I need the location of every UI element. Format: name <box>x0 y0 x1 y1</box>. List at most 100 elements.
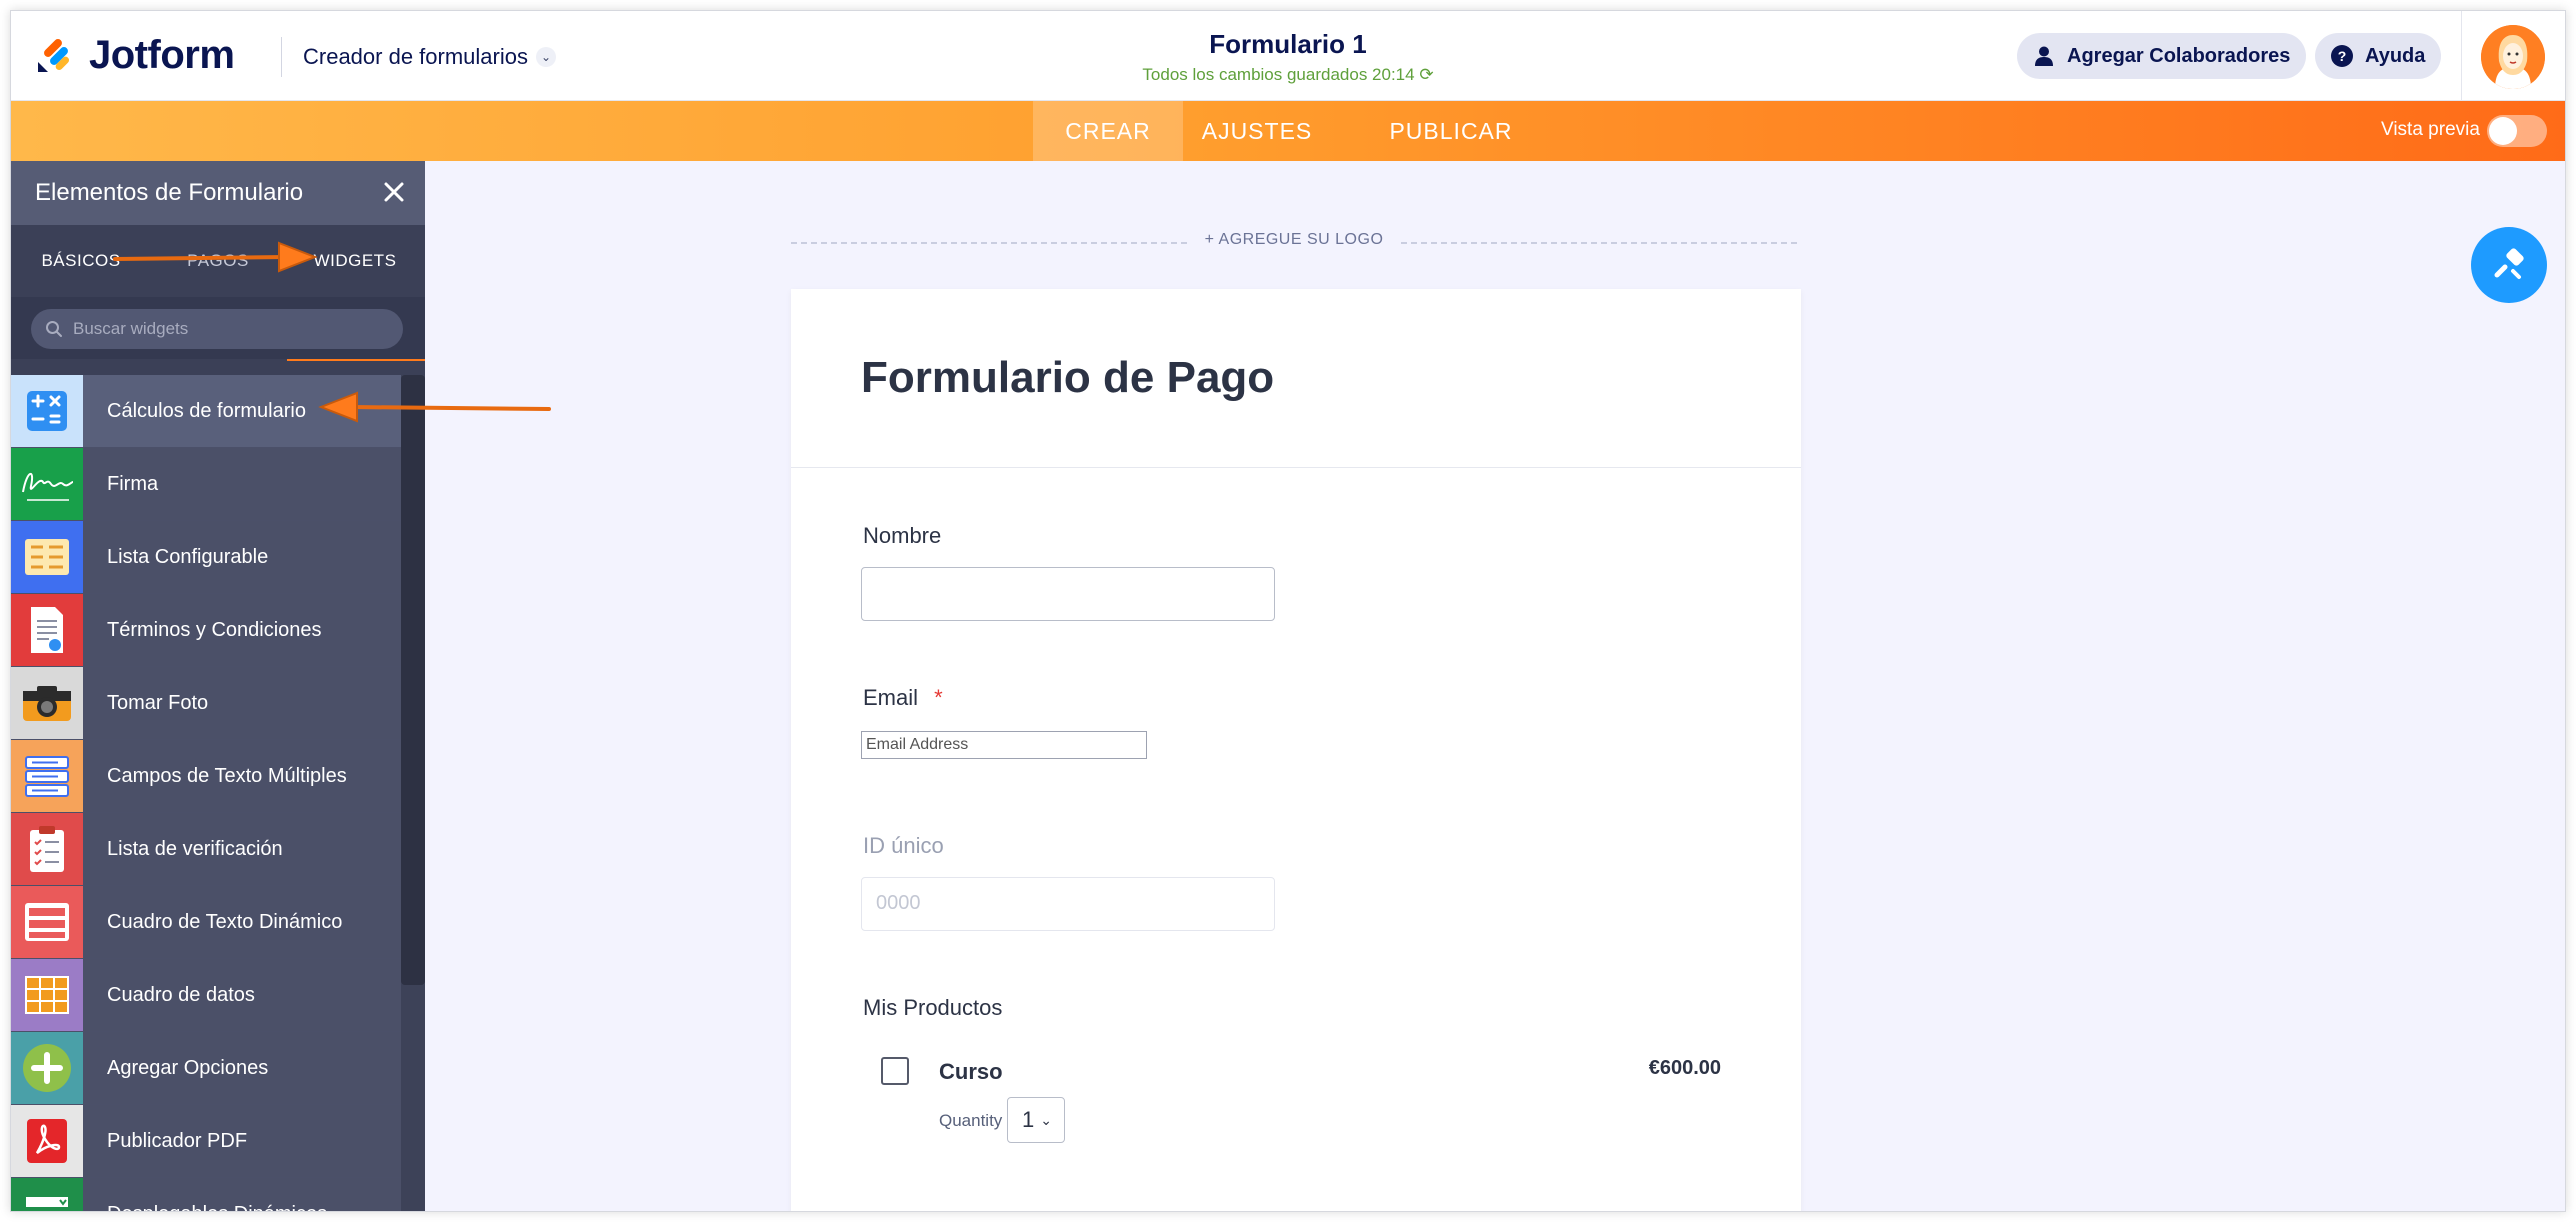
widget-label: Tomar Foto <box>107 691 209 714</box>
widget-label: Lista de verificación <box>107 837 283 860</box>
widget-label: Cálculos de formulario <box>107 399 306 422</box>
tab-pagos[interactable]: PAGOS <box>151 225 285 297</box>
widget-item-lista-verificacion[interactable]: Lista de verificación <box>11 813 403 886</box>
tab-widgets[interactable]: WIDGETS <box>285 225 425 297</box>
calculator-icon <box>11 375 83 447</box>
form-elements-panel: Elementos de Formulario BÁSICOS PAGOS WI… <box>11 161 425 1212</box>
product-name: Curso <box>939 1059 1003 1084</box>
main-nav-bar: CREAR AJUSTES PUBLICAR Vista previa <box>11 101 2565 161</box>
quantity-select[interactable]: 1 ⌄ <box>1007 1097 1065 1143</box>
chevron-down-icon: ⌄ <box>1040 1111 1052 1128</box>
widget-item-terminos[interactable]: Términos y Condiciones <box>11 594 403 667</box>
widget-search-input[interactable] <box>73 319 373 339</box>
widget-label: Desplegables Dinámicos <box>107 1203 327 1212</box>
widget-list-scrollbar[interactable] <box>401 375 425 1211</box>
add-collaborators-label: Agregar Colaboradores <box>2067 44 2291 67</box>
pdf-icon <box>11 1105 83 1177</box>
product-price: €600.00 <box>1648 1057 1721 1079</box>
multiple-text-fields-icon <box>11 740 83 812</box>
widget-label: Publicador PDF <box>107 1129 248 1152</box>
jotform-logo-icon <box>38 39 70 72</box>
tab-publicar[interactable]: PUBLICAR <box>1381 101 1521 161</box>
help-button[interactable]: ? Ayuda <box>2315 33 2442 79</box>
preview-toggle[interactable] <box>2487 115 2547 147</box>
app-window: Jotform Creador de formularios ⌄ Formula… <box>10 10 2566 1212</box>
chevron-down-icon: ⌄ <box>535 47 556 67</box>
widget-item-cuadro-datos[interactable]: Cuadro de datos <box>11 959 403 1032</box>
required-mark: * <box>934 685 943 710</box>
product-divider <box>861 1211 1721 1212</box>
form-heading[interactable]: Formulario de Pago <box>861 353 1274 403</box>
paint-roller-icon <box>2494 248 2524 279</box>
widget-item-lista-configurable[interactable]: Lista Configurable <box>11 521 403 594</box>
email-label: Email * <box>863 685 943 711</box>
data-grid-icon <box>11 959 83 1031</box>
add-options-icon <box>11 1032 83 1104</box>
add-logo-link[interactable]: + AGREGUE SU LOGO <box>1186 231 1402 248</box>
form-designer-button[interactable] <box>2471 227 2547 303</box>
checklist-icon <box>11 813 83 885</box>
widget-item-publicador-pdf[interactable]: Publicador PDF <box>11 1105 403 1178</box>
form-card: Formulario de Pago Nombre Email * ID úni… <box>791 289 1801 1212</box>
save-status-text: Todos los cambios guardados 20:14 <box>1142 65 1415 84</box>
widget-item-agregar-opciones[interactable]: Agregar Opciones <box>11 1032 403 1105</box>
search-icon <box>46 321 62 337</box>
email-field[interactable] <box>861 731 1147 759</box>
heading-divider <box>791 467 1801 468</box>
panel-header: Elementos de Formulario <box>11 161 425 225</box>
widget-item-texto-dinamico[interactable]: Cuadro de Texto Dinámico <box>11 886 403 959</box>
quantity-label: Quantity <box>939 1111 1003 1130</box>
name-label: Nombre <box>863 523 942 548</box>
search-box <box>31 309 403 349</box>
widget-item-campos-texto[interactable]: Campos de Texto Múltiples <box>11 740 403 813</box>
unique-id-value: 0000 <box>876 892 921 914</box>
help-label: Ayuda <box>2365 44 2426 67</box>
user-avatar[interactable] <box>2481 25 2545 89</box>
product-checkbox[interactable] <box>881 1057 909 1085</box>
add-logo-link-wrap: + AGREGUE SU LOGO <box>791 231 1797 249</box>
widget-label: Cuadro de Texto Dinámico <box>107 910 343 933</box>
jotform-logo[interactable]: Jotform <box>35 27 235 83</box>
unique-id-label: ID único <box>863 833 944 858</box>
terms-document-icon <box>11 594 83 666</box>
unique-id-field: 0000 <box>861 877 1275 931</box>
scrollbar-thumb[interactable] <box>401 375 425 985</box>
widget-label: Campos de Texto Múltiples <box>107 764 347 787</box>
header-divider <box>281 37 282 77</box>
widget-item-desplegables[interactable]: Desplegables Dinámicos <box>11 1178 403 1212</box>
quantity-value: 1 <box>1022 1107 1035 1132</box>
tab-crear[interactable]: CREAR <box>1033 101 1183 161</box>
refresh-icon: ⟳ <box>1419 65 1434 84</box>
avatar-illustration-icon <box>2481 25 2545 89</box>
builder-menu-dropdown[interactable]: Creador de formularios ⌄ <box>303 41 556 73</box>
email-label-text: Email <box>863 685 919 710</box>
brand-name: Jotform <box>89 32 235 77</box>
add-collaborators-button[interactable]: Agregar Colaboradores <box>2017 33 2307 79</box>
dynamic-textbox-icon <box>11 886 83 958</box>
widget-label: Lista Configurable <box>107 545 269 568</box>
header-divider <box>2461 11 2462 101</box>
toggle-knob <box>2489 117 2517 145</box>
close-icon[interactable] <box>377 175 411 209</box>
camera-icon <box>11 667 83 739</box>
dynamic-dropdowns-icon <box>11 1178 83 1211</box>
widget-item-tomar-foto[interactable]: Tomar Foto <box>11 667 403 740</box>
name-field[interactable] <box>861 567 1275 621</box>
user-icon <box>2035 46 2053 66</box>
signature-icon <box>11 448 83 520</box>
widget-item-firma[interactable]: Firma <box>11 448 403 521</box>
widget-search-bar <box>11 297 425 359</box>
preview-label: Vista previa <box>2381 119 2480 140</box>
widget-label: Términos y Condiciones <box>107 618 322 641</box>
builder-menu-label: Creador de formularios <box>303 44 528 69</box>
tab-basicos[interactable]: BÁSICOS <box>11 225 151 297</box>
tab-ajustes[interactable]: AJUSTES <box>1197 101 1317 161</box>
widget-label: Agregar Opciones <box>107 1056 269 1079</box>
configurable-list-icon <box>11 521 83 593</box>
widget-label: Firma <box>107 472 159 495</box>
top-header: Jotform Creador de formularios ⌄ Formula… <box>11 11 2565 101</box>
panel-title: Elementos de Formulario <box>35 179 304 206</box>
widget-item-calculos[interactable]: Cálculos de formulario <box>11 375 403 448</box>
panel-tabs: BÁSICOS PAGOS WIDGETS <box>11 225 425 361</box>
question-icon: ? <box>2331 45 2353 67</box>
